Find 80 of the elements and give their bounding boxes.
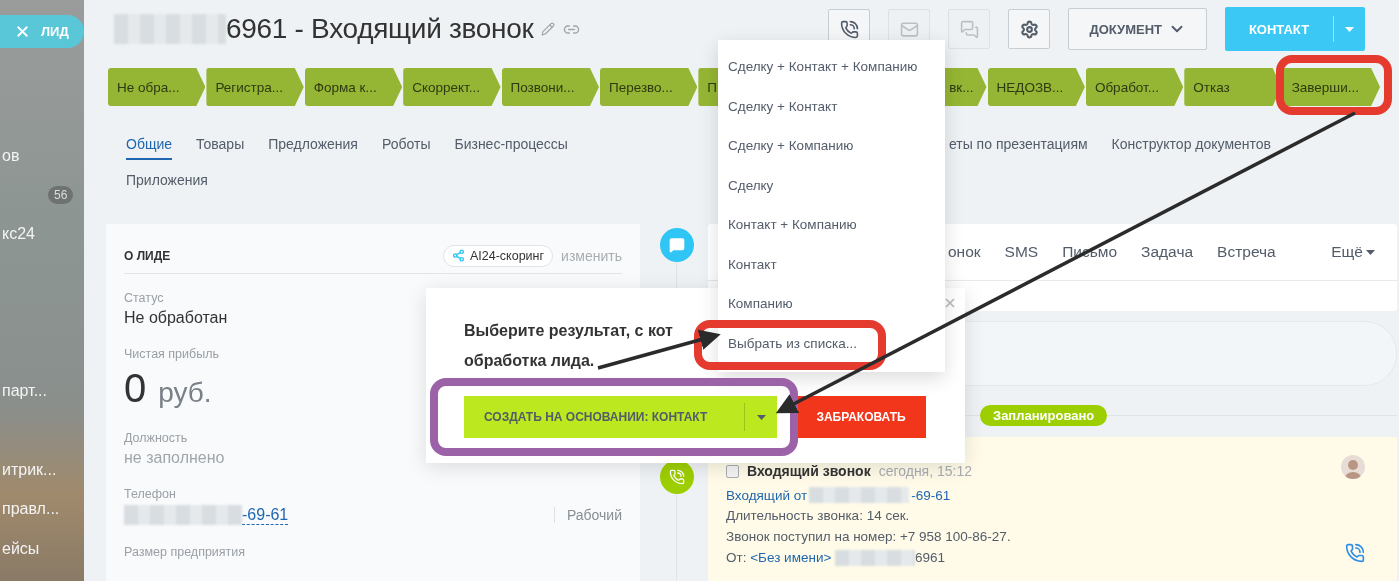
- sidebar-item[interactable]: ейсы: [0, 539, 84, 558]
- activity-tab[interactable]: онок: [948, 243, 981, 261]
- scoring-badge[interactable]: AI24-скоринг: [443, 244, 554, 267]
- popup-message: обработка лида.: [464, 351, 595, 371]
- tab[interactable]: Конструктор документов: [1111, 134, 1271, 160]
- tab[interactable]: еты по презентациям: [948, 134, 1088, 160]
- tab[interactable]: Бизнес-процессы: [454, 134, 568, 160]
- field-value: Не обработан: [124, 309, 228, 327]
- document-button[interactable]: ДОКУМЕНТ: [1068, 8, 1207, 50]
- item-title: Входящий звонок: [747, 463, 871, 479]
- stage-step[interactable]: Форма к...: [304, 68, 403, 106]
- activity-tab[interactable]: Ещё: [1331, 243, 1375, 261]
- stage-step[interactable]: Позвони...: [501, 68, 599, 106]
- avatar: [1341, 455, 1365, 479]
- caret-icon: [756, 414, 766, 420]
- menu-item[interactable]: Сделку + Контакт + Компанию: [718, 47, 945, 87]
- tab[interactable]: Общие: [126, 134, 173, 160]
- item-text: Звонок поступил на номер: +7 958 100-86-27.: [726, 529, 1012, 545]
- phone-icon: [839, 19, 859, 39]
- card-title: О ЛИДЕ: [124, 248, 171, 263]
- field-label: Статус: [124, 291, 164, 305]
- phone-icon[interactable]: [1345, 543, 1365, 563]
- tab[interactable]: Товары: [196, 134, 245, 160]
- caller-number: 6961: [915, 550, 946, 565]
- menu-item[interactable]: Сделку + Контакт: [718, 86, 945, 126]
- chat-icon: [959, 19, 979, 39]
- tab[interactable]: Приложения: [126, 170, 208, 196]
- sidebar-item[interactable]: парт...: [0, 382, 84, 401]
- count-badge: 56: [48, 185, 74, 204]
- field-label: Должность: [124, 431, 188, 445]
- stage-step[interactable]: Регистра...: [206, 68, 304, 106]
- mail-icon: [899, 19, 919, 39]
- caller-link[interactable]: <Без имени>: [750, 550, 832, 565]
- amount: 0: [124, 366, 147, 410]
- stage-step[interactable]: Заверши...: [1282, 68, 1381, 106]
- stage-step[interactable]: Не обра...: [108, 68, 206, 106]
- sidebar-item[interactable]: итрик...: [0, 461, 84, 479]
- menu-item[interactable]: Компанию: [718, 284, 945, 324]
- menu-item[interactable]: Контакт: [718, 244, 945, 284]
- menu-item[interactable]: Выбрать из списка...: [718, 323, 945, 363]
- reject-button[interactable]: ЗАБРАКОВАТЬ: [796, 396, 926, 438]
- tab[interactable]: Роботы: [381, 134, 431, 160]
- close-icon: [14, 23, 31, 40]
- item-time: сегодня, 15:12: [878, 463, 972, 479]
- call-link[interactable]: Входящий от: [726, 487, 808, 503]
- page-title: 6961 - Входящий звонок: [226, 13, 534, 45]
- field-label: Размер предприятия: [124, 545, 246, 559]
- menu-item[interactable]: Контакт + Компанию: [718, 205, 945, 245]
- tab[interactable]: Предложения: [268, 134, 358, 160]
- status-pill: Запланировано: [980, 404, 1108, 426]
- close-icon[interactable]: [943, 296, 957, 310]
- activity-tab[interactable]: Встреча: [1217, 243, 1276, 261]
- stage-step[interactable]: Перезво...: [599, 68, 698, 106]
- caret-icon: [1345, 26, 1354, 32]
- share-icon: [452, 249, 465, 262]
- settings-button[interactable]: [1008, 9, 1051, 49]
- checkbox[interactable]: [726, 464, 739, 478]
- field-value: не заполнено: [124, 449, 225, 467]
- pencil-icon[interactable]: [541, 22, 556, 36]
- menu-item[interactable]: Сделку: [718, 165, 945, 205]
- item-text: Длительность звонка: 14 сек.: [726, 508, 911, 524]
- sidebar-item[interactable]: правл...: [0, 500, 84, 519]
- menu-item[interactable]: Сделку + Компанию: [718, 126, 945, 166]
- create-button[interactable]: СОЗДАТЬ НА ОСНОВАНИИ: КОНТАКТ: [464, 396, 777, 438]
- phone-type: Рабочий: [553, 507, 622, 523]
- settings-icon: [1019, 19, 1039, 39]
- phone-link[interactable]: -69-61: [242, 505, 289, 525]
- call-link[interactable]: -69-61: [911, 487, 951, 503]
- currency: руб.: [158, 377, 212, 408]
- field-label: Чистая прибыль: [124, 347, 219, 361]
- activity-tab[interactable]: SMS: [1004, 243, 1039, 261]
- field-label: Телефон: [124, 487, 176, 501]
- activity-tab[interactable]: Задача: [1141, 243, 1194, 261]
- stage-step[interactable]: Обработ...: [1085, 68, 1184, 106]
- chat-icon: [660, 228, 694, 262]
- caller-label: От:: [726, 550, 747, 565]
- stage-step[interactable]: Скоррект...: [403, 68, 501, 106]
- popup-message: Выберите результат, с кот: [464, 321, 673, 341]
- stage-step[interactable]: НЕДОЗВ...: [987, 68, 1085, 106]
- caret-icon: [1366, 249, 1375, 255]
